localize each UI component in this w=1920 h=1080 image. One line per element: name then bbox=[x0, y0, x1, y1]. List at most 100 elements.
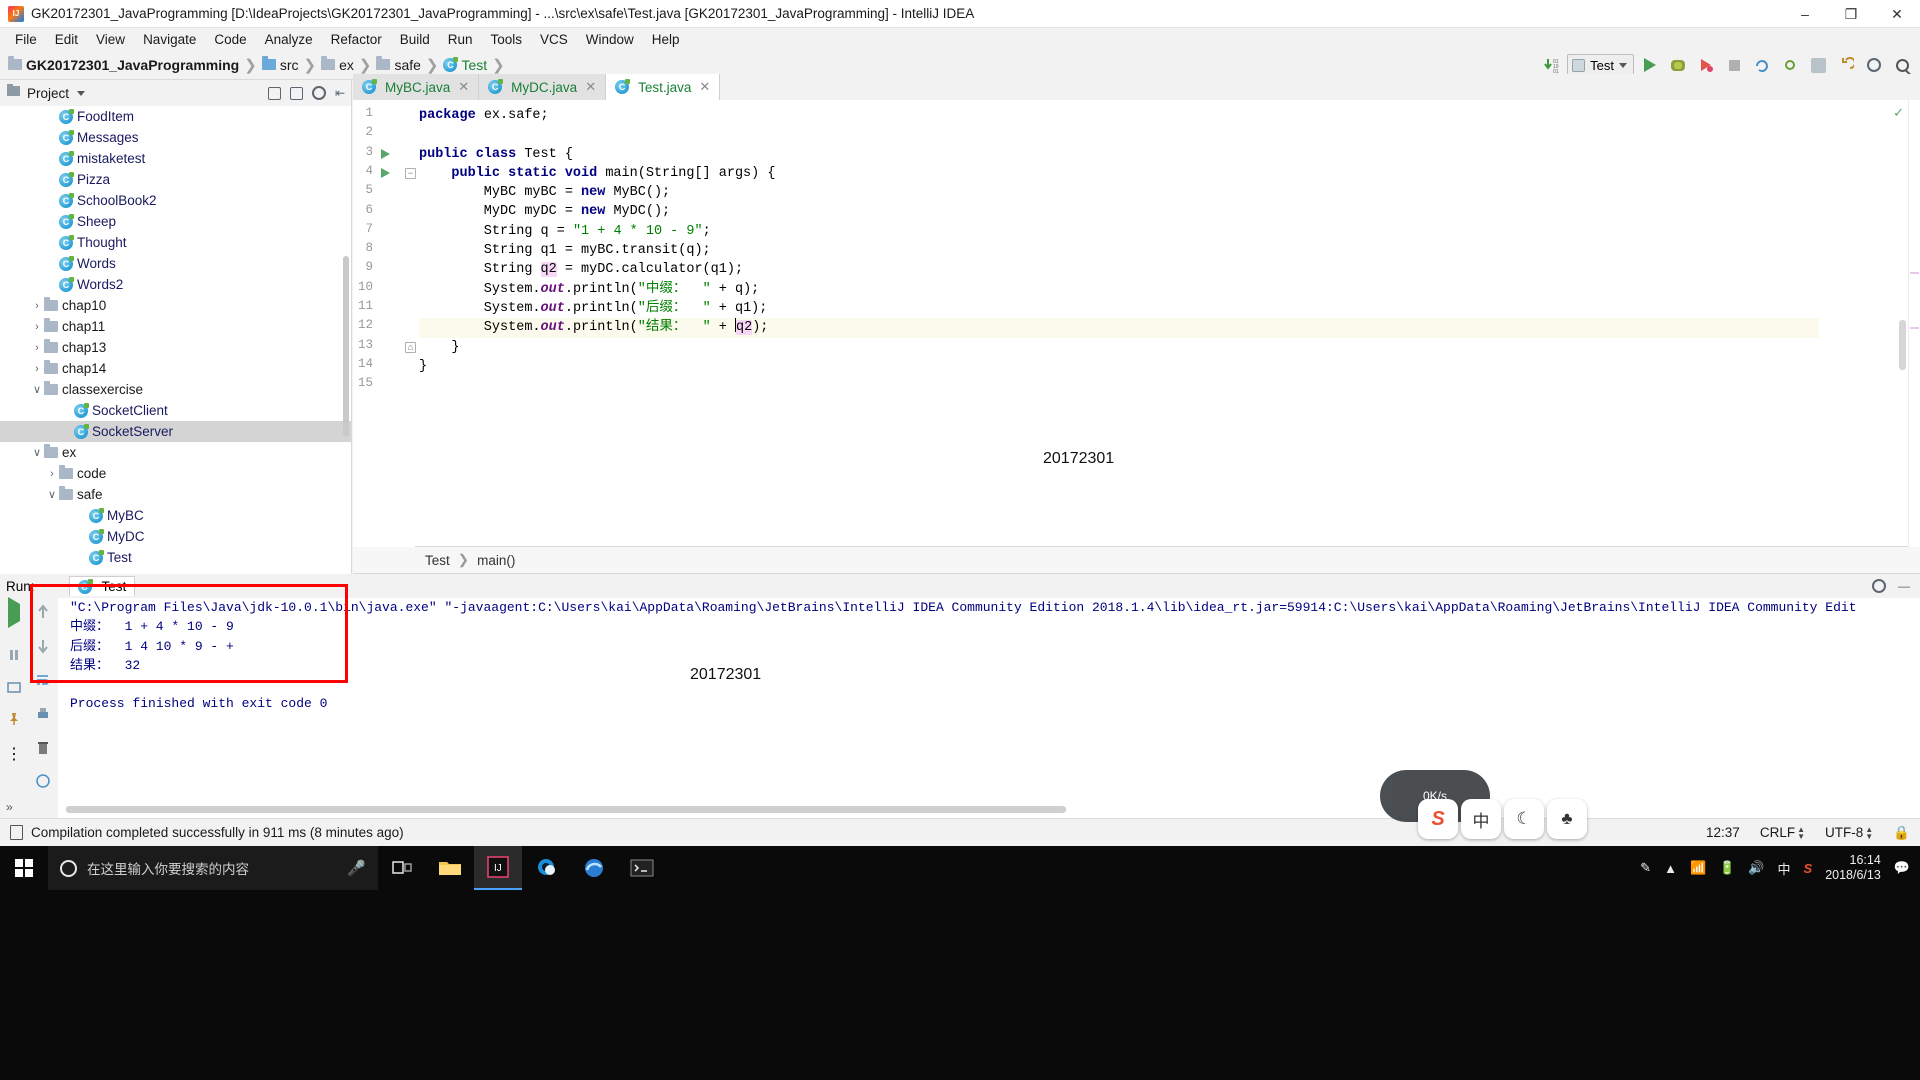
menu-item-window[interactable]: Window bbox=[577, 30, 643, 49]
editor-breadcrumb-item[interactable]: main() bbox=[477, 553, 515, 568]
menu-item-build[interactable]: Build bbox=[391, 30, 439, 49]
breadcrumb-item-safe[interactable]: safe bbox=[376, 56, 421, 73]
maximize-button[interactable]: ❐ bbox=[1828, 0, 1874, 28]
tree-item-words2[interactable]: C Words2 bbox=[0, 274, 351, 295]
scroll-up-icon[interactable] bbox=[36, 604, 50, 625]
tree-item-schoolbook2[interactable]: C SchoolBook2 bbox=[0, 190, 351, 211]
menu-item-view[interactable]: View bbox=[87, 30, 134, 49]
start-button[interactable] bbox=[0, 846, 48, 890]
hide-icon[interactable]: ⇤ bbox=[335, 86, 345, 100]
editor-tab-test-java[interactable]: C Test.java ✕ bbox=[606, 74, 721, 100]
skin-icon[interactable]: ♣ bbox=[1547, 799, 1587, 839]
chevron-right-icon[interactable]: › bbox=[30, 300, 44, 312]
taskbar-search[interactable]: 在这里输入你要搜索的内容 🎤 bbox=[48, 846, 378, 890]
code-line[interactable]: } bbox=[419, 338, 1819, 357]
code-line[interactable]: String q = "1 + 4 * 10 - 9"; bbox=[419, 222, 1819, 241]
chevron-down-icon[interactable] bbox=[77, 90, 86, 96]
run-gutter-icon[interactable] bbox=[381, 167, 390, 178]
microphone-icon[interactable]: 🎤 bbox=[347, 859, 366, 877]
code-line[interactable]: System.out.println("后缀： " + q1); bbox=[419, 299, 1819, 318]
settings-gear-icon[interactable] bbox=[1872, 579, 1886, 593]
file-explorer-icon[interactable] bbox=[426, 846, 474, 890]
close-button[interactable]: ✕ bbox=[1874, 0, 1920, 28]
chevron-right-icon[interactable]: › bbox=[30, 363, 44, 375]
code-line[interactable]: } bbox=[419, 357, 1819, 376]
more-icon[interactable]: ⋮ bbox=[6, 744, 22, 764]
tree-item-mistaketest[interactable]: Cmistaketest bbox=[0, 148, 351, 169]
moon-icon[interactable]: ☾ bbox=[1504, 799, 1544, 839]
menu-item-run[interactable]: Run bbox=[439, 30, 482, 49]
code-line[interactable]: String q1 = myBC.transit(q); bbox=[419, 241, 1819, 260]
code-line[interactable]: package ex.safe; bbox=[419, 106, 1819, 125]
tree-item-chap13[interactable]: › chap13 bbox=[0, 337, 351, 358]
run-tab-test[interactable]: C Test bbox=[68, 576, 136, 596]
editor-breadcrumb-item[interactable]: Test bbox=[425, 553, 450, 568]
code-fold-icon[interactable]: ⌂ bbox=[405, 341, 416, 353]
network-icon[interactable]: 📶 bbox=[1690, 860, 1706, 876]
code-line[interactable]: public static void main(String[] args) { bbox=[419, 164, 1819, 183]
expand-icon[interactable] bbox=[289, 86, 303, 100]
tree-item-pizza[interactable]: C Pizza bbox=[0, 169, 351, 190]
hide-window-icon[interactable]: ― bbox=[1898, 579, 1910, 593]
tree-item-mydc[interactable]: C MyDC bbox=[0, 526, 351, 547]
rerun-icon[interactable] bbox=[8, 597, 20, 628]
tree-item-socketclient[interactable]: C SocketClient bbox=[0, 400, 351, 421]
taskbar-clock[interactable]: 16:14 2018/6/13 bbox=[1825, 853, 1881, 883]
edge-icon[interactable] bbox=[570, 846, 618, 890]
tree-item-test[interactable]: C Test bbox=[0, 547, 351, 568]
close-icon[interactable]: ✕ bbox=[699, 79, 710, 95]
trash-icon[interactable] bbox=[36, 740, 50, 761]
soft-wrap-icon[interactable] bbox=[35, 672, 51, 693]
task-view-icon[interactable] bbox=[378, 846, 426, 890]
code-line[interactable]: String q2 = myDC.calculator(q1); bbox=[419, 260, 1819, 279]
menu-item-vcs[interactable]: VCS bbox=[531, 30, 577, 49]
pause-icon[interactable] bbox=[7, 648, 21, 667]
tree-item-code[interactable]: › code bbox=[0, 463, 351, 484]
pin-icon[interactable] bbox=[7, 712, 21, 731]
help-icon[interactable] bbox=[36, 774, 50, 793]
menu-item-help[interactable]: Help bbox=[643, 30, 689, 49]
menu-item-file[interactable]: File bbox=[6, 30, 46, 49]
scroll-down-icon[interactable] bbox=[36, 638, 50, 659]
menu-item-code[interactable]: Code bbox=[205, 30, 255, 49]
tree-item-words[interactable]: C Words bbox=[0, 253, 351, 274]
breadcrumb-item-test[interactable]: C Test bbox=[443, 56, 487, 73]
caret-position[interactable]: 12:37 bbox=[1706, 825, 1740, 840]
breadcrumb-item-ex[interactable]: ex bbox=[321, 56, 354, 73]
tree-item-ex[interactable]: ∨ ex bbox=[0, 442, 351, 463]
battery-icon[interactable]: 🔋 bbox=[1719, 860, 1735, 876]
tree-item-socketserver[interactable]: C SocketServer bbox=[0, 421, 351, 442]
menu-item-navigate[interactable]: Navigate bbox=[134, 30, 205, 49]
ime-language-indicator[interactable]: 中 bbox=[1778, 859, 1791, 878]
chevron-down-icon[interactable]: ∨ bbox=[30, 383, 44, 396]
code-fold-icon[interactable]: − bbox=[405, 167, 416, 179]
close-icon[interactable]: ✕ bbox=[585, 79, 596, 95]
menu-item-analyze[interactable]: Analyze bbox=[256, 30, 322, 49]
run-gutter-icon[interactable] bbox=[381, 148, 390, 159]
tree-item-chap10[interactable]: › chap10 bbox=[0, 295, 351, 316]
minimize-button[interactable]: – bbox=[1782, 0, 1828, 28]
run-console-output[interactable]: "C:\Program Files\Java\jdk-10.0.1\bin\ja… bbox=[58, 598, 1920, 818]
code-line[interactable]: System.out.println("结果： " + q2); bbox=[419, 318, 1819, 338]
intellij-idea-icon[interactable]: IJ bbox=[474, 846, 522, 890]
tree-item-chap14[interactable]: › chap14 bbox=[0, 358, 351, 379]
lock-icon[interactable]: 🔒 bbox=[1893, 825, 1910, 841]
code-line[interactable]: public class Test { bbox=[419, 145, 1819, 164]
code-line[interactable]: System.out.println("中缀： " + q); bbox=[419, 280, 1819, 299]
collapse-icon[interactable] bbox=[267, 86, 281, 100]
breadcrumb-item-gk20172301-javaprogramming[interactable]: GK20172301_JavaProgramming bbox=[8, 56, 239, 73]
tree-item-messages[interactable]: C Messages bbox=[0, 127, 351, 148]
run-configuration-selector[interactable]: Test bbox=[1567, 54, 1634, 76]
tree-item-chap11[interactable]: › chap11 bbox=[0, 316, 351, 337]
menu-item-tools[interactable]: Tools bbox=[482, 30, 532, 49]
chevron-down-icon[interactable]: ∨ bbox=[30, 446, 44, 459]
file-encoding[interactable]: UTF-8 ▲ ▼ bbox=[1825, 825, 1873, 840]
tree-item-fooditem[interactable]: C FoodItem bbox=[0, 106, 351, 127]
code-line[interactable] bbox=[419, 125, 1819, 144]
chevron-down-icon[interactable]: ∨ bbox=[45, 488, 59, 501]
chevron-up-icon[interactable]: ▲ bbox=[1664, 861, 1677, 876]
line-separator[interactable]: CRLF ▲ ▼ bbox=[1760, 825, 1805, 840]
sogou-tray-icon[interactable]: S bbox=[1804, 861, 1813, 876]
editor-gutter[interactable]: 1 2 3 4−5 6 7 8 9 10 11 12 13 ⌂ 14 15 bbox=[353, 100, 416, 547]
editor-scrollbar[interactable] bbox=[1899, 320, 1906, 370]
